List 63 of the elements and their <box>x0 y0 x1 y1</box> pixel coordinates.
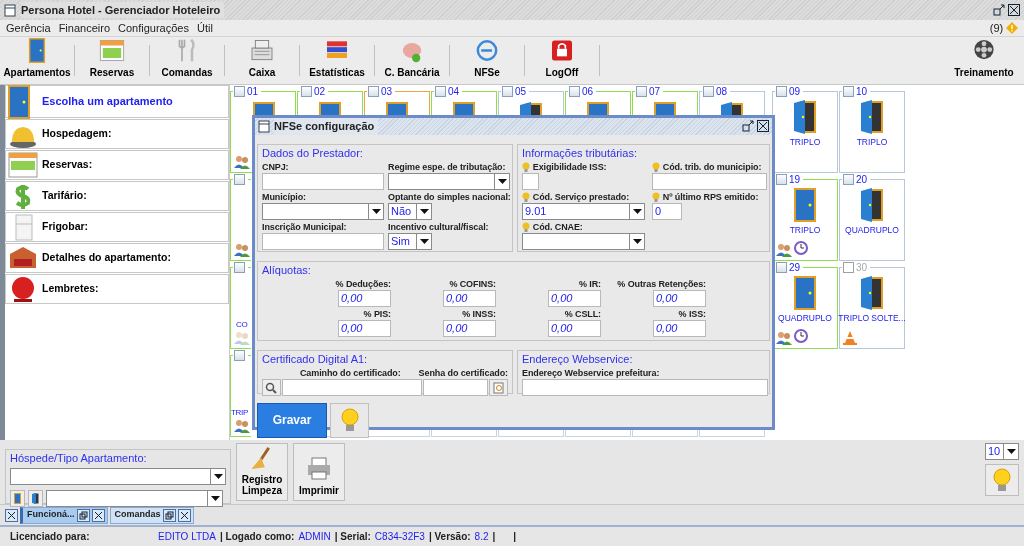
field-label: Endereço Webservice prefeitura: <box>522 367 661 379</box>
field-label: Cód. trib. do municipio: <box>662 161 762 173</box>
room-type: TRIPLO <box>789 137 821 147</box>
room-type: QUADRUPLO <box>778 313 832 323</box>
notification-count: (9) <box>989 20 1004 36</box>
status-text: 8.2 <box>474 530 489 544</box>
field-label: Caminho do certificado: <box>298 367 402 379</box>
room-number: 06 <box>582 86 594 97</box>
status-text: EDITO LTDA <box>158 530 216 544</box>
field-label: Inscrição Municipal: <box>262 221 348 233</box>
room-type: TRIPLO SOLTE... <box>838 313 906 323</box>
status-text: | <box>492 530 496 544</box>
section-title: Informações tributárias: <box>520 146 639 160</box>
room-type: QUADRUPLO <box>845 225 899 235</box>
field-label: % PIS: <box>363 308 391 320</box>
field-label: % COFINS: <box>449 278 496 290</box>
field-label: Senha do certificado: <box>418 367 508 379</box>
room-number: 08 <box>716 86 728 97</box>
field-label: Optante do simples nacional: <box>388 191 512 203</box>
field-label: Cód. CNAE: <box>532 221 583 233</box>
field-label: % ISS: <box>678 308 706 320</box>
status-text: ADMIN <box>298 530 331 544</box>
field-label: % IR: <box>579 278 601 290</box>
room-number: 30 <box>856 262 868 273</box>
status-text: | Versão: <box>428 530 471 544</box>
status-text: | Logado como: <box>220 530 295 544</box>
section-title: Dados do Prestador: <box>260 146 365 160</box>
status-text: Licenciado para: <box>10 530 91 544</box>
field-label: Nº último RPS emitido: <box>662 191 759 203</box>
field-label: % Deduções: <box>335 278 391 290</box>
field-label: Regime espe. de tributação: <box>388 161 507 173</box>
room-number: 09 <box>789 86 801 97</box>
status-text: | <box>513 530 517 544</box>
field-label: Exigibilidade ISS: <box>532 161 607 173</box>
room-number: 29 <box>789 262 801 273</box>
room-number: 04 <box>448 86 460 97</box>
section-title: Endereço Webservice: <box>520 352 635 366</box>
room-number: 20 <box>856 174 868 185</box>
field-label: CNPJ: <box>262 161 290 173</box>
status-text: C834-32F3 <box>374 530 425 544</box>
field-label: Incentivo cultural/fiscal: <box>388 221 490 233</box>
field-label: Município: <box>262 191 307 203</box>
room-number: 10 <box>856 86 868 97</box>
window-title: Persona Hotel - Gerenciador Hoteleiro <box>21 1 225 19</box>
status-text: | Serial: <box>334 530 371 544</box>
dialog-title: NFSe configuração <box>274 118 379 135</box>
room-type: TRIP <box>231 408 249 418</box>
room-number: 02 <box>314 86 326 97</box>
field-label: Cód. Serviço prestado: <box>532 191 630 203</box>
room-number: 07 <box>649 86 661 97</box>
room-number: 05 <box>515 86 527 97</box>
room-type: CO <box>236 320 248 330</box>
section-title: Alíquotas: <box>260 263 313 277</box>
field-label: % INSS: <box>462 308 496 320</box>
section-title: Certificado Digital A1: <box>260 352 370 366</box>
field-label: % Outras Retenções: <box>617 278 706 290</box>
room-number: 01 <box>247 86 259 97</box>
room-number: 19 <box>789 174 801 185</box>
room-number: 03 <box>381 86 393 97</box>
room-type: TRIPLO <box>856 137 888 147</box>
field-label: % CSLL: <box>564 308 601 320</box>
section-title: Hóspede/Tipo Apartamento: <box>8 452 149 465</box>
room-type: TRIPLO <box>789 225 821 235</box>
